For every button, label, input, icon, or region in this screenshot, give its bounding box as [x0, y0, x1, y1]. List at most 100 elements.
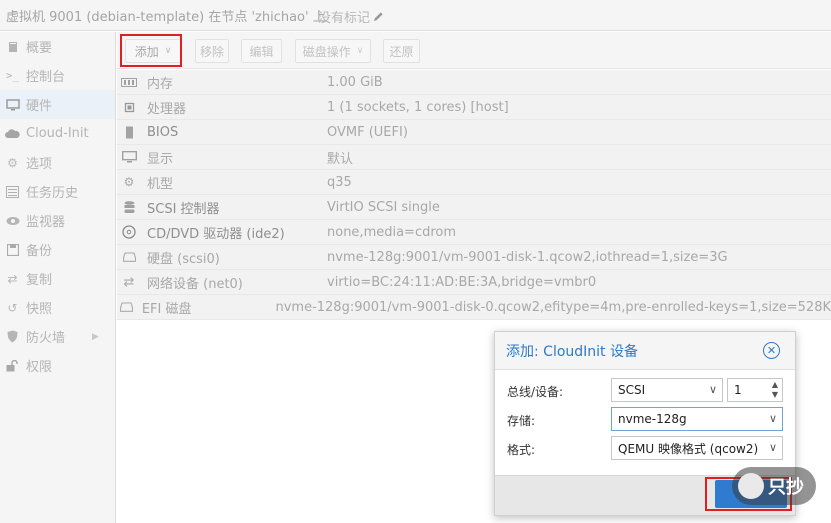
row-key: 网络设备 (net0) [147, 276, 243, 292]
monitor-icon [119, 151, 139, 163]
row-key: 处理器 [147, 101, 187, 117]
disk-action-button[interactable]: 磁盘操作 ∨ [295, 39, 371, 63]
memory-icon [119, 77, 139, 87]
remove-button[interactable]: 移除 [195, 39, 229, 63]
cloud-icon [5, 127, 20, 141]
close-icon[interactable]: ✕ [763, 342, 780, 359]
unlock-icon [5, 359, 20, 373]
edit-button[interactable]: 编辑 [241, 39, 282, 63]
sidebar-item-cloud-init[interactable]: Cloud-Init [0, 119, 115, 148]
microchip-icon [119, 126, 139, 139]
spinner-arrows-icon[interactable]: ▲ ▼ [772, 380, 778, 400]
sidebar-item-label: 任务历史 [26, 186, 79, 201]
row-key: EFI 磁盘 [141, 301, 192, 317]
cpu-icon [119, 101, 139, 114]
row-value: OVMF (UEFI) [327, 124, 408, 140]
row-key: 内存 [147, 76, 174, 92]
row-key: BIOS [147, 124, 179, 140]
chevron-right-icon[interactable]: ▶ [92, 332, 99, 342]
shield-icon [5, 330, 20, 344]
table-row[interactable]: EFI 磁盘 nvme-128g:9001/vm-9001-disk-0.qco… [117, 295, 831, 320]
cogs-icon: ⚙ [123, 175, 135, 189]
sidebar: 概要 >_ 控制台 硬件 Cloud-Init ⚙ 选项 任务历史 监视器 备份… [0, 32, 116, 523]
revert-button[interactable]: 还原 [383, 39, 420, 63]
cdrom-icon [119, 225, 139, 239]
dialog-header: 添加: CloudInit 设备 [495, 332, 795, 370]
sidebar-item-label: 防火墙 [26, 331, 66, 346]
device-number-stepper[interactable]: 1 ▲ ▼ [727, 378, 783, 402]
sidebar-item-replication[interactable]: ⇄ 复制 [0, 264, 115, 293]
row-key: SCSI 控制器 [147, 201, 220, 217]
retweet-icon: ⇄ [7, 271, 18, 286]
sidebar-item-label: 复制 [26, 273, 53, 288]
highlight-box-add [120, 34, 182, 67]
database-icon [119, 200, 139, 214]
gear-icon: ⚙ [7, 155, 18, 170]
table-row[interactable]: CD/DVD 驱动器 (ide2) none,media=cdrom [117, 220, 831, 245]
page-header: 虚拟机 9001 (debian-template) 在节点 'zhichao'… [0, 0, 831, 31]
remove-button-label: 移除 [199, 44, 224, 59]
sidebar-item-console[interactable]: >_ 控制台 [0, 61, 115, 90]
edit-button-label: 编辑 [249, 44, 274, 59]
list-icon [5, 185, 20, 199]
table-row[interactable]: 内存 1.00 GiB [117, 70, 831, 95]
dialog-title: 添加: CloudInit 设备 [506, 343, 638, 360]
row-key: CD/DVD 驱动器 (ide2) [147, 226, 285, 242]
chevron-down-icon: ∨ [356, 46, 364, 56]
bus-select[interactable]: SCSI ∨ [611, 378, 723, 402]
hardware-toolbar: 添加 ∨ 移除 编辑 磁盘操作 ∨ 还原 [117, 32, 831, 69]
hardware-grid: 内存 1.00 GiB 处理器 1 (1 sockets, 1 cores) [… [117, 70, 831, 320]
sidebar-item-options[interactable]: ⚙ 选项 [0, 148, 115, 177]
storage-label: 存储: [507, 413, 536, 428]
desktop-icon [5, 98, 20, 112]
sidebar-item-label: 快照 [26, 302, 53, 317]
tags-label: 没有标记 [318, 11, 371, 26]
tags-edit[interactable]: 没有标记 [318, 7, 384, 26]
table-row[interactable]: ⚙ 机型 q35 [117, 170, 831, 195]
row-value: q35 [327, 174, 352, 190]
hdd-icon [119, 252, 139, 262]
format-label: 格式: [507, 442, 536, 457]
row-value: 1 (1 sockets, 1 cores) [host] [327, 99, 509, 115]
format-select[interactable]: QEMU 映像格式 (qcow2) ∨ [611, 436, 783, 460]
sidebar-item-label: 权限 [26, 360, 53, 375]
chevron-down-icon: ∨ [766, 441, 777, 454]
storage-select-value: nvme-128g [618, 412, 687, 426]
sidebar-item-permissions[interactable]: 权限 [0, 351, 115, 380]
table-row[interactable]: 显示 默认 [117, 145, 831, 170]
sidebar-item-summary[interactable]: 概要 [0, 32, 115, 61]
sidebar-item-firewall[interactable]: 防火墙 ▶ [0, 322, 115, 351]
row-value: 1.00 GiB [327, 74, 383, 90]
floppy-icon [5, 243, 20, 257]
vm-title: 虚拟机 9001 (debian-template) 在节点 'zhichao'… [6, 9, 326, 25]
format-select-value: QEMU 映像格式 (qcow2) [618, 441, 759, 456]
pencil-icon [373, 12, 383, 22]
row-value: none,media=cdrom [327, 224, 457, 240]
device-number-value: 1 [734, 383, 742, 397]
table-row[interactable]: SCSI 控制器 VirtIO SCSI single [117, 195, 831, 220]
sidebar-item-label: 选项 [26, 157, 53, 172]
row-value: virtio=BC:24:11:AD:BE:3A,bridge=vmbr0 [327, 274, 597, 290]
sidebar-item-monitor[interactable]: 监视器 [0, 206, 115, 235]
sidebar-item-backup[interactable]: 备份 [0, 235, 115, 264]
disk-action-label: 磁盘操作 [302, 44, 351, 59]
sidebar-item-label: 备份 [26, 244, 53, 259]
sidebar-item-hardware[interactable]: 硬件 [0, 90, 115, 119]
storage-select[interactable]: nvme-128g ∨ [611, 407, 783, 431]
sidebar-item-task-history[interactable]: 任务历史 [0, 177, 115, 206]
bus-device-label: 总线/设备: [507, 384, 564, 399]
row-value: 默认 [327, 151, 354, 167]
table-row[interactable]: BIOS OVMF (UEFI) [117, 120, 831, 145]
table-row[interactable]: ⇄ 网络设备 (net0) virtio=BC:24:11:AD:BE:3A,b… [117, 270, 831, 295]
table-row[interactable]: 处理器 1 (1 sockets, 1 cores) [host] [117, 95, 831, 120]
eye-icon [5, 214, 20, 228]
sidebar-item-label: Cloud-Init [26, 126, 89, 141]
row-value: VirtIO SCSI single [327, 199, 440, 215]
table-row[interactable]: 硬盘 (scsi0) nvme-128g:9001/vm-9001-disk-1… [117, 245, 831, 270]
row-value: nvme-128g:9001/vm-9001-disk-0.qcow2,efit… [275, 299, 831, 315]
sidebar-item-snapshots[interactable]: ↺ 快照 [0, 293, 115, 322]
row-key: 机型 [147, 176, 174, 192]
cat-avatar-icon [738, 473, 764, 499]
row-key: 显示 [147, 151, 174, 167]
watermark-badge: 只抄 [732, 467, 816, 505]
